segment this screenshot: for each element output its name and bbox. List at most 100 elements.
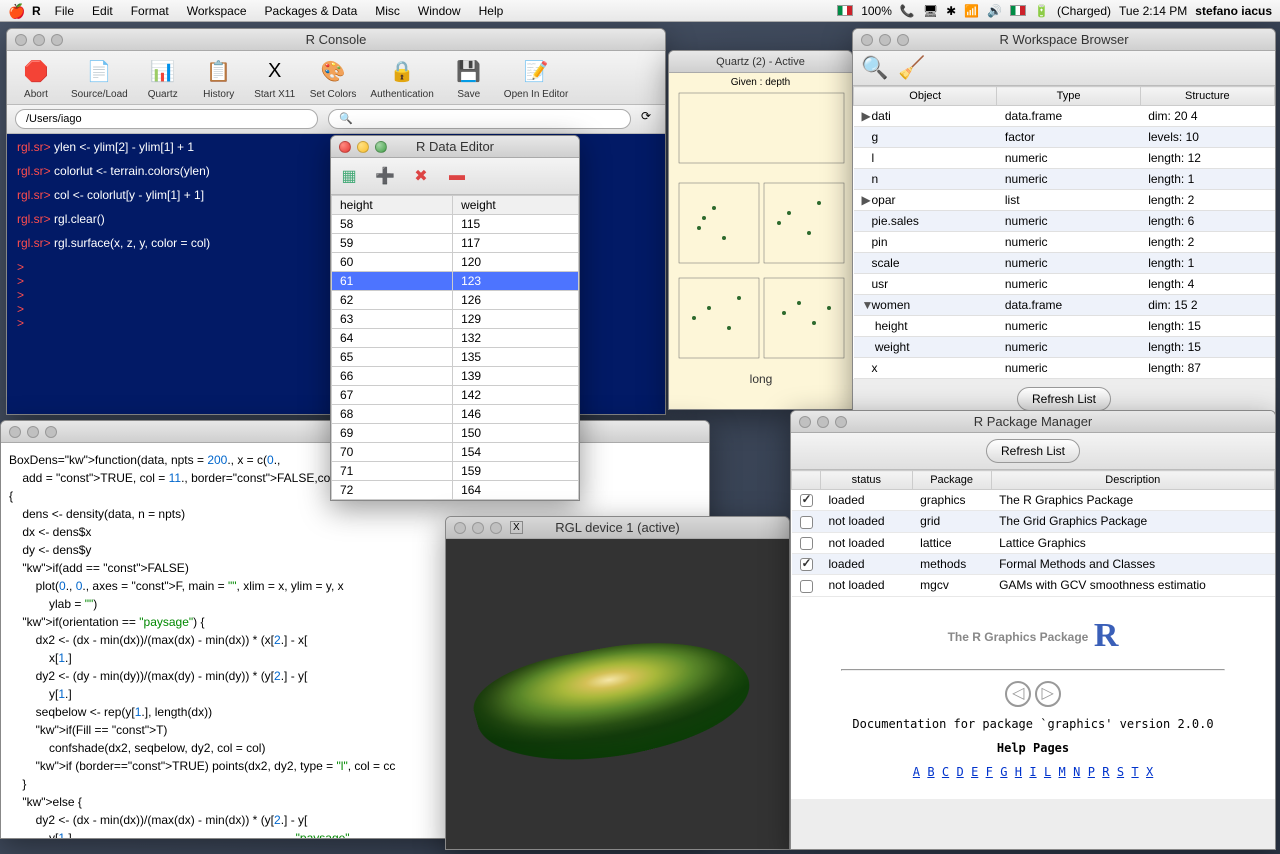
col-header[interactable]: height [332, 196, 453, 215]
remove-row-icon[interactable]: ✖ [407, 162, 435, 190]
workspace-row[interactable]: heightnumericlength: 15 [854, 316, 1275, 337]
workspace-row[interactable]: lnumericlength: 12 [854, 148, 1275, 169]
volume-icon[interactable]: 🔊 [987, 4, 1002, 18]
refresh-button[interactable]: Refresh List [1017, 387, 1111, 411]
window-controls[interactable] [9, 426, 57, 438]
pkg-refresh-button[interactable]: Refresh List [986, 439, 1080, 463]
index-letter[interactable]: C [942, 765, 949, 779]
table-row[interactable]: 58115 [332, 215, 579, 234]
index-letter[interactable]: A [913, 765, 920, 779]
menu-format[interactable]: Format [131, 4, 169, 18]
checkbox[interactable] [800, 580, 813, 593]
workspace-row[interactable]: usrnumericlength: 4 [854, 274, 1275, 295]
table-row[interactable]: 59117 [332, 234, 579, 253]
workspace-row[interactable]: weightnumericlength: 15 [854, 337, 1275, 358]
table-row[interactable]: 66139 [332, 367, 579, 386]
package-row[interactable]: loadedmethodsFormal Methods and Classes [792, 553, 1275, 574]
col-header[interactable]: Object [854, 87, 997, 106]
index-letter[interactable]: P [1088, 765, 1095, 779]
start-x11-button[interactable]: XStart X11 [254, 55, 296, 100]
data-grid[interactable]: heightweight5811559117601206112362126631… [331, 195, 579, 500]
flag2-icon[interactable] [1010, 5, 1026, 16]
window-controls[interactable] [799, 416, 847, 428]
workspace-row[interactable]: scalenumericlength: 1 [854, 253, 1275, 274]
quartz-button[interactable]: 📊Quartz [142, 55, 184, 100]
save-button[interactable]: 💾Save [448, 55, 490, 100]
index-letter[interactable]: S [1117, 765, 1124, 779]
workspace-row[interactable]: ▶oparlistlength: 2 [854, 190, 1275, 211]
col-header[interactable]: Package [912, 471, 991, 490]
search-input[interactable] [328, 109, 631, 129]
titlebar[interactable]: R Console [7, 29, 665, 51]
display-icon[interactable]: 🖥 [923, 4, 938, 18]
app-name[interactable]: R [32, 4, 41, 18]
package-row[interactable]: not loadedmgcvGAMs with GCV smoothness e… [792, 575, 1275, 596]
workspace-row[interactable]: ▶datidata.framedim: 20 4 [854, 106, 1275, 127]
flag-icon[interactable] [837, 5, 853, 16]
table-row[interactable]: 60120 [332, 253, 579, 272]
table-row[interactable]: 65135 [332, 348, 579, 367]
set-colors-button[interactable]: 🎨Set Colors [310, 55, 357, 100]
nav-next-icon[interactable]: ▷ [1035, 681, 1061, 707]
working-dir-input[interactable] [15, 109, 318, 129]
abort-button[interactable]: 🛑Abort [15, 55, 57, 100]
index-letter[interactable]: R [1102, 765, 1109, 779]
table-row[interactable]: 67142 [332, 386, 579, 405]
package-table[interactable]: statusPackageDescriptionloadedgraphicsTh… [791, 470, 1275, 597]
username[interactable]: stefano iacus [1195, 4, 1272, 18]
col-header[interactable]: Structure [1140, 87, 1274, 106]
workspace-row[interactable]: xnumericlength: 87 [854, 358, 1275, 379]
apple-menu-icon[interactable]: 🍎 [8, 3, 24, 19]
package-row[interactable]: not loadedlatticeLattice Graphics [792, 532, 1275, 553]
workspace-row[interactable]: pie.salesnumericlength: 6 [854, 211, 1275, 232]
checkbox[interactable] [800, 516, 813, 529]
history-button[interactable]: 📋History [198, 55, 240, 100]
index-letter[interactable]: D [956, 765, 963, 779]
source-load-button[interactable]: 📄Source/Load [71, 55, 128, 100]
open-in-editor-button[interactable]: 📝Open In Editor [504, 55, 568, 100]
package-row[interactable]: loadedgraphicsThe R Graphics Package [792, 490, 1275, 511]
index-letter[interactable]: B [927, 765, 934, 779]
table-row[interactable]: 64132 [332, 329, 579, 348]
col-header[interactable]: status [821, 471, 913, 490]
col-header[interactable]: Description [991, 471, 1274, 490]
index-letter[interactable]: N [1073, 765, 1080, 779]
window-controls[interactable] [861, 34, 909, 46]
clock[interactable]: Tue 2:14 PM [1119, 4, 1187, 18]
workspace-row[interactable]: ▼womendata.framedim: 15 2 [854, 295, 1275, 316]
window-controls[interactable] [339, 141, 387, 153]
index-letter[interactable]: T [1131, 765, 1138, 779]
titlebar[interactable]: X RGL device 1 (active) [446, 517, 789, 539]
add-col-icon[interactable]: ▦ [335, 162, 363, 190]
checkbox[interactable] [800, 558, 813, 571]
table-row[interactable]: 63129 [332, 310, 579, 329]
checkbox[interactable] [800, 494, 813, 507]
titlebar[interactable]: R Data Editor [331, 136, 579, 158]
table-row[interactable]: 69150 [332, 424, 579, 443]
titlebar[interactable]: R Package Manager [791, 411, 1275, 433]
table-row[interactable]: 68146 [332, 405, 579, 424]
menu-misc[interactable]: Misc [375, 4, 400, 18]
menu-help[interactable]: Help [479, 4, 504, 18]
checkbox[interactable] [800, 537, 813, 550]
wifi-icon[interactable]: 📶 [964, 4, 979, 18]
table-row[interactable]: 70154 [332, 443, 579, 462]
remove-col-icon[interactable]: ▬ [443, 162, 471, 190]
menu-window[interactable]: Window [418, 4, 461, 18]
table-row[interactable]: 62126 [332, 291, 579, 310]
phone-icon[interactable]: 📞 [900, 4, 915, 18]
package-row[interactable]: not loadedgridThe Grid Graphics Package [792, 511, 1275, 532]
menu-file[interactable]: File [55, 4, 74, 18]
broom-icon[interactable]: 🧹 [898, 55, 925, 81]
bluetooth-icon[interactable]: ✱ [946, 4, 956, 18]
index-letter[interactable]: E [971, 765, 978, 779]
workspace-row[interactable]: gfactorlevels: 10 [854, 127, 1275, 148]
index-letter[interactable]: G [1000, 765, 1007, 779]
index-letter[interactable]: I [1029, 765, 1036, 779]
add-row-icon[interactable]: ➕ [371, 162, 399, 190]
index-letter[interactable]: X [1146, 765, 1153, 779]
authentication-button[interactable]: 🔒Authentication [370, 55, 433, 100]
nav-prev-icon[interactable]: ◁ [1005, 681, 1031, 707]
workspace-row[interactable]: pinnumericlength: 2 [854, 232, 1275, 253]
index-letter[interactable]: F [986, 765, 993, 779]
